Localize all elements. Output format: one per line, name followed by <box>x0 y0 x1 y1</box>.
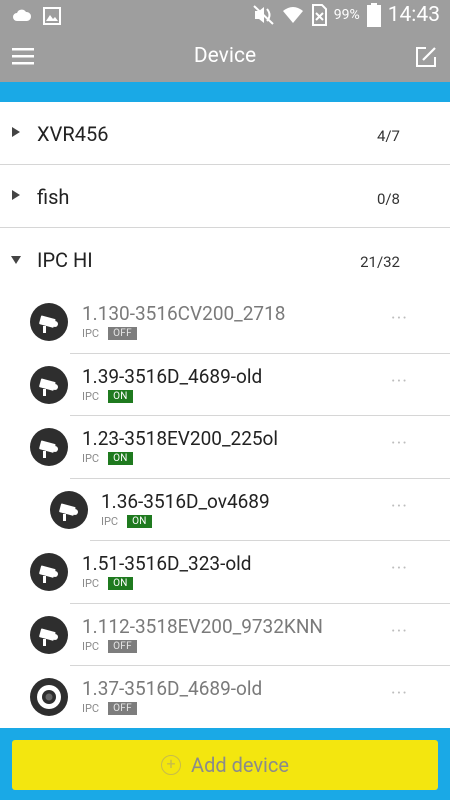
device-type: IPC <box>101 514 119 528</box>
more-options-icon[interactable]: ··· <box>391 683 408 704</box>
expanded-arrow-icon <box>11 256 21 264</box>
device-row[interactable]: 1.112-3518EV200_9732KNN IPC OFF ··· <box>0 604 450 666</box>
group-row-xvr456[interactable]: XVR456 4/7 <box>0 102 450 165</box>
add-circle-icon: + <box>161 755 182 775</box>
status-badge: OFF <box>108 702 137 715</box>
camera-icon <box>30 428 68 466</box>
camera-icon <box>30 553 68 591</box>
notification-icons <box>12 6 62 26</box>
edit-icon <box>416 47 436 67</box>
device-type: IPC <box>82 702 100 715</box>
device-type: IPC <box>82 577 100 590</box>
group-name: XVR456 <box>37 122 109 146</box>
device-type: IPC <box>82 389 100 403</box>
more-options-icon[interactable]: ··· <box>391 308 408 329</box>
camera-icon <box>30 615 68 654</box>
group-count: 21/32 <box>360 253 400 271</box>
device-name: 1.36-3516D_ov4689 <box>101 489 270 513</box>
battery-percent: 99% <box>333 7 360 23</box>
more-options-icon[interactable]: ··· <box>391 433 408 454</box>
device-row[interactable]: 1.23-3518EV200_225ol IPC ON ··· <box>0 416 450 479</box>
no-sim-icon <box>311 4 327 26</box>
status-badge: ON <box>108 389 133 403</box>
status-badge: OFF <box>108 639 137 653</box>
device-row[interactable]: 1.130-3516CV200_2718 IPC OFF ··· <box>0 291 450 354</box>
collapsed-arrow-icon <box>12 190 20 200</box>
device-name: 1.130-3516CV200_2718 <box>82 302 286 325</box>
add-device-button[interactable]: + Add device <box>12 740 438 790</box>
device-type: IPC <box>82 452 100 465</box>
device-row[interactable]: 1.51-3516D_323-old IPC ON ··· <box>0 541 450 604</box>
accent-strip <box>0 82 450 102</box>
status-badge: OFF <box>108 327 137 340</box>
camera-icon <box>30 303 68 341</box>
device-name: 1.23-3518EV200_225ol <box>82 427 279 450</box>
camera-icon <box>50 490 88 529</box>
status-badge: ON <box>108 452 133 465</box>
device-row[interactable]: 1.39-3516D_4689-old IPC ON ··· <box>0 354 450 416</box>
mute-icon <box>253 5 274 25</box>
group-count: 4/7 <box>376 127 400 145</box>
add-device-label: Add device <box>191 753 289 777</box>
gallery-icon <box>43 7 61 25</box>
more-options-icon[interactable]: ··· <box>391 558 408 579</box>
more-options-icon[interactable]: ··· <box>391 496 408 517</box>
more-options-icon[interactable]: ··· <box>391 621 408 642</box>
cloud-icon <box>13 9 32 21</box>
more-options-icon[interactable]: ··· <box>391 371 408 392</box>
app-bar: Device <box>0 32 450 82</box>
edit-button[interactable] <box>414 45 438 69</box>
clock: 14:43 <box>387 3 440 27</box>
page-title: Device <box>193 44 257 68</box>
device-name: 1.39-3516D_4689-old <box>82 364 263 388</box>
collapsed-arrow-icon <box>12 127 20 137</box>
footer-bar: + Add device <box>0 728 450 800</box>
device-row[interactable]: 1.37-3516D_4689-old IPC OFF ··· <box>0 666 450 728</box>
device-name: 1.37-3516D_4689-old <box>82 677 263 700</box>
device-name: 1.51-3516D_323-old <box>82 552 252 575</box>
device-name: 1.112-3518EV200_9732KNN <box>82 614 323 638</box>
group-count: 0/8 <box>376 190 400 208</box>
device-type: IPC <box>82 639 100 653</box>
wifi-icon <box>282 7 303 23</box>
status-bar: 99% 14:43 <box>0 0 450 32</box>
status-badge: ON <box>108 577 133 590</box>
device-row[interactable]: 1.36-3516D_ov4689 IPC ON ··· <box>0 479 450 541</box>
device-list: XVR456 4/7 fish 0/8 IPC HI 21/32 1.130-3… <box>0 102 450 728</box>
fisheye-camera-icon <box>30 678 68 716</box>
device-type: IPC <box>82 327 100 340</box>
status-badge: ON <box>127 514 152 528</box>
group-row-fish[interactable]: fish 0/8 <box>0 165 450 228</box>
group-name: fish <box>37 185 70 209</box>
group-row-ipc-hi[interactable]: IPC HI 21/32 <box>0 228 450 291</box>
battery-icon <box>366 3 381 27</box>
camera-icon <box>30 365 68 404</box>
group-name: IPC HI <box>37 248 93 272</box>
